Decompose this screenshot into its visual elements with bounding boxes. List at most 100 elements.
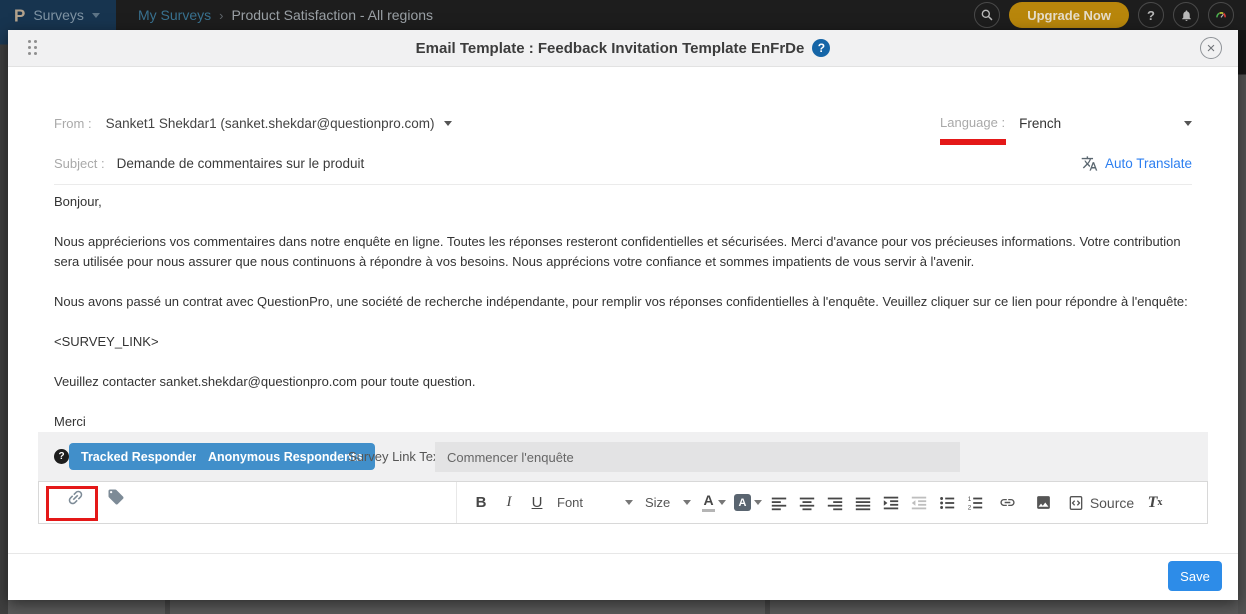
subject-row: Subject : Demande de commentaires sur le… (54, 143, 1192, 185)
survey-link-text-input[interactable] (435, 442, 960, 472)
email-body-editor[interactable]: Bonjour, Nous apprécierions vos commenta… (54, 192, 1206, 452)
respondents-help-button[interactable]: ? (54, 449, 69, 464)
underline-button[interactable]: U (523, 488, 551, 518)
from-row: From : Sanket1 Shekdar1 (sanket.shekdar@… (54, 103, 1192, 143)
body-paragraph: Nous apprécierions vos commentaires dans… (54, 232, 1206, 272)
size-dropdown-label: Size (645, 495, 670, 510)
search-icon (980, 8, 994, 22)
insert-image-button[interactable] (1025, 488, 1061, 518)
modal-title: Email Template : Feedback Invitation Tem… (416, 40, 805, 57)
body-paragraph: Veuillez contacter sanket.shekdar@questi… (54, 372, 1206, 392)
body-paragraph-survey-link: <SURVEY_LINK> (54, 332, 1206, 352)
size-dropdown[interactable]: Size (639, 488, 697, 518)
dimmed-background-divider (165, 598, 170, 614)
align-center-button[interactable] (793, 488, 821, 518)
language-selector[interactable]: Language : French (940, 103, 1192, 143)
font-dropdown[interactable]: Font (551, 488, 639, 518)
title-help-button[interactable]: ? (812, 39, 830, 57)
chevron-down-icon[interactable] (1184, 121, 1192, 126)
image-icon (1035, 494, 1052, 511)
bell-icon (1180, 9, 1193, 22)
close-button[interactable]: × (1200, 37, 1222, 59)
source-label: Source (1090, 495, 1134, 511)
modal-header: Email Template : Feedback Invitation Tem… (8, 30, 1238, 67)
align-left-button[interactable] (765, 488, 793, 518)
from-label: From : (54, 116, 92, 131)
increase-indent-button[interactable] (877, 488, 905, 518)
align-center-icon (798, 494, 816, 512)
upgrade-now-button[interactable]: Upgrade Now (1009, 2, 1129, 28)
translate-icon (1081, 155, 1098, 172)
bold-button[interactable]: B (467, 488, 495, 518)
search-button[interactable] (974, 2, 1000, 28)
remove-format-button[interactable]: Tx (1141, 488, 1169, 518)
auto-translate-label: Auto Translate (1105, 156, 1192, 171)
survey-link-text-label: Survey Link Text: (348, 449, 447, 464)
text-color-icon: A (702, 493, 714, 511)
page: P Surveys My Surveys › Product Satisfact… (0, 0, 1246, 614)
source-button[interactable]: Source (1061, 488, 1141, 518)
breadcrumb-my-surveys[interactable]: My Surveys (138, 7, 211, 23)
background-color-icon: A (734, 494, 751, 511)
source-icon (1068, 495, 1084, 511)
gauge-icon (1214, 8, 1228, 22)
align-right-button[interactable] (821, 488, 849, 518)
svg-text:1: 1 (968, 496, 972, 503)
insert-link-button[interactable] (989, 488, 1025, 518)
question-mark-icon: ? (1147, 8, 1155, 23)
drag-handle-icon[interactable] (28, 40, 37, 55)
dimmed-background-divider (765, 598, 770, 614)
chevron-down-icon (718, 500, 726, 505)
chevron-down-icon (625, 500, 633, 505)
subject-label: Subject : (54, 156, 105, 171)
body-paragraph: Nous avons passé un contrat avec Questio… (54, 292, 1206, 312)
usage-meter-button[interactable] (1208, 2, 1234, 28)
align-left-icon (770, 494, 788, 512)
body-paragraph: Bonjour, (54, 192, 1206, 212)
insert-tag-button[interactable] (102, 482, 130, 512)
chevron-down-icon (683, 500, 691, 505)
dimmed-right-strip (1238, 30, 1246, 614)
language-value[interactable]: French (1019, 116, 1061, 131)
subject-value[interactable]: Demande de commentaires sur le produit (117, 156, 365, 171)
text-color-button[interactable]: A (697, 488, 731, 518)
tag-icon (107, 488, 125, 506)
italic-button[interactable]: I (495, 488, 523, 518)
close-icon: × (1207, 41, 1216, 56)
numbered-list-button[interactable]: 1 2 (961, 488, 989, 518)
decrease-indent-button (905, 488, 933, 518)
save-button[interactable]: Save (1168, 561, 1222, 591)
bulleted-list-button[interactable] (933, 488, 961, 518)
product-switcher[interactable]: P Surveys (0, 0, 116, 30)
body-paragraph: Merci (54, 412, 1206, 432)
question-mark-icon: ? (58, 451, 64, 462)
auto-translate-button[interactable]: Auto Translate (1081, 155, 1192, 172)
breadcrumb: My Surveys › Product Satisfaction - All … (138, 7, 433, 23)
bulleted-list-icon (938, 494, 956, 512)
respondents-panel: ? Tracked Respondents Anonymous Responde… (38, 432, 1208, 481)
email-template-modal: Email Template : Feedback Invitation Tem… (8, 30, 1238, 600)
dimmed-sidebar-strip (0, 30, 8, 614)
breadcrumb-separator: › (219, 8, 223, 23)
chevron-down-icon[interactable] (444, 121, 452, 126)
chevron-down-icon (754, 500, 762, 505)
chevron-down-icon (92, 13, 100, 18)
top-navigation-bar: P Surveys My Surveys › Product Satisfact… (0, 0, 1246, 30)
from-value-dropdown[interactable]: Sanket1 Shekdar1 (sanket.shekdar@questio… (106, 116, 435, 131)
editor-toolbar: B I U Font Size A A (38, 481, 1208, 524)
numbered-list-icon: 1 2 (966, 494, 984, 512)
align-right-icon (826, 494, 844, 512)
indent-icon (882, 494, 900, 512)
font-dropdown-label: Font (557, 495, 583, 510)
notifications-button[interactable] (1173, 2, 1199, 28)
justify-button[interactable] (849, 488, 877, 518)
link-icon (999, 494, 1016, 511)
language-label: Language : (940, 115, 1005, 130)
outdent-icon (910, 494, 928, 512)
svg-text:2: 2 (968, 504, 972, 511)
breadcrumb-current-survey: Product Satisfaction - All regions (231, 7, 433, 23)
remove-format-icon: T (1148, 494, 1158, 512)
help-button[interactable]: ? (1138, 2, 1164, 28)
red-annotation-box (46, 486, 98, 521)
background-color-button[interactable]: A (731, 488, 765, 518)
